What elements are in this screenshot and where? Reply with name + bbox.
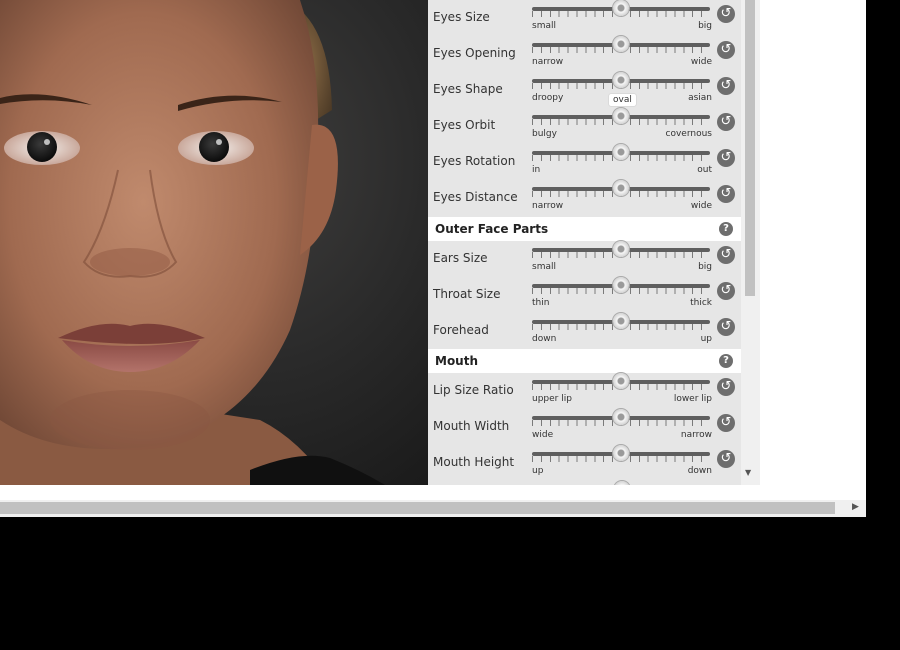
- slider-knob[interactable]: [613, 241, 629, 257]
- side-blank-area: [760, 0, 866, 485]
- slider-row-eyes-orbit: Eyes Orbit bulgy covernous ↺: [428, 108, 741, 144]
- slider-value-tooltip: oval: [609, 94, 636, 106]
- slider-knob[interactable]: [613, 144, 629, 160]
- slider-knob[interactable]: [613, 0, 629, 16]
- slider-knob[interactable]: [613, 36, 629, 52]
- slider-label: Eyes Opening: [433, 46, 516, 60]
- scroll-right-arrow-icon[interactable]: ▶: [852, 502, 859, 512]
- slider-label: Eyes Size: [433, 10, 490, 24]
- slider-max-label: asian: [688, 93, 712, 103]
- vertical-scroll-thumb[interactable]: [745, 0, 755, 296]
- section-title: Mouth: [435, 354, 479, 368]
- slider-max-label: up: [700, 334, 712, 344]
- morph-panel: Eyes Size small big ↺ Eyes Opening narro…: [428, 0, 741, 485]
- slider-knob[interactable]: [613, 313, 629, 329]
- slider-min-label: down: [532, 334, 557, 344]
- slider-knob[interactable]: [613, 108, 629, 124]
- slider-row-mouth-width: Mouth Width wide narrow ↺: [428, 409, 741, 445]
- slider-label: Eyes Orbit: [433, 118, 496, 132]
- reset-icon[interactable]: ↺: [717, 77, 735, 95]
- face-viewport[interactable]: [0, 0, 428, 485]
- slider-max-label: big: [698, 262, 712, 272]
- reset-icon[interactable]: ↺: [717, 378, 735, 396]
- slider-row-eyes-distance: Eyes Distance narrow wide ↺: [428, 180, 741, 216]
- reset-icon[interactable]: ↺: [717, 246, 735, 264]
- slider-row-eyes-opening: Eyes Opening narrow wide ↺: [428, 36, 741, 72]
- slider-min-label: droopy: [532, 93, 564, 103]
- slider-row-ears-size: Ears Size small big ↺: [428, 241, 741, 277]
- reset-icon[interactable]: ↺: [717, 318, 735, 336]
- slider-min-label: upper lip: [532, 394, 572, 404]
- horizontal-scroll-thumb[interactable]: [0, 502, 835, 514]
- slider-min-label: small: [532, 262, 556, 272]
- reset-icon[interactable]: ↺: [717, 113, 735, 131]
- slider-label: Forehead: [433, 323, 489, 337]
- slider-label: Mouth Height: [433, 455, 515, 469]
- vertical-scrollbar[interactable]: ▼: [741, 0, 760, 485]
- slider-knob[interactable]: [613, 409, 629, 425]
- slider-max-label: big: [698, 21, 712, 31]
- slider-max-label: thick: [690, 298, 712, 308]
- horizontal-scrollbar[interactable]: ▶: [0, 500, 866, 517]
- slider-max-label: wide: [690, 57, 712, 67]
- slider-label: Eyes Rotation: [433, 154, 516, 168]
- slider-label: Mouth Width: [433, 419, 510, 433]
- reset-icon[interactable]: ↺: [717, 5, 735, 23]
- slider-max-label: down: [687, 466, 712, 476]
- help-icon[interactable]: ?: [719, 354, 733, 368]
- slider-knob[interactable]: [613, 445, 629, 461]
- slider-row-mouth-height: Mouth Height up down ↺: [428, 445, 741, 481]
- slider-label: Eyes Distance: [433, 190, 518, 204]
- slider-max-label: wide: [690, 201, 712, 211]
- slider-label: Throat Size: [433, 287, 501, 301]
- section-title: Outer Face Parts: [435, 222, 549, 236]
- slider-min-label: narrow: [532, 201, 564, 211]
- slider-min-label: small: [532, 21, 556, 31]
- reset-icon[interactable]: ↺: [717, 149, 735, 167]
- reset-icon[interactable]: ↺: [717, 414, 735, 432]
- slider-row-eyes-rotation: Eyes Rotation in out ↺: [428, 144, 741, 180]
- bottom-blank-area: [0, 485, 866, 500]
- slider-row-forehead: Forehead down up ↺: [428, 313, 741, 349]
- slider-min-label: up: [532, 466, 544, 476]
- slider-min-label: in: [532, 165, 541, 175]
- slider-row-lip-size-ratio: Lip Size Ratio upper lip lower lip ↺: [428, 373, 741, 409]
- slider-knob[interactable]: [613, 72, 629, 88]
- slider-max-label: narrow: [680, 430, 712, 440]
- reset-icon[interactable]: ↺: [717, 41, 735, 59]
- scroll-down-arrow-icon[interactable]: ▼: [745, 468, 751, 477]
- slider-max-label: out: [697, 165, 712, 175]
- section-header-outer-face[interactable]: Outer Face Parts ?: [428, 217, 741, 241]
- face-render: [0, 0, 385, 485]
- section-header-mouth[interactable]: Mouth ?: [428, 349, 741, 373]
- slider-max-label: covernous: [665, 129, 712, 139]
- reset-icon[interactable]: ↺: [717, 450, 735, 468]
- slider-min-label: wide: [532, 430, 554, 440]
- slider-row-eyes-shape: Eyes Shape droopy asian ↺: [428, 72, 741, 108]
- slider-knob[interactable]: [613, 180, 629, 196]
- slider-min-label: bulgy: [532, 129, 557, 139]
- help-icon[interactable]: ?: [719, 222, 733, 236]
- slider-knob[interactable]: [613, 277, 629, 293]
- slider-row-throat-size: Throat Size thin thick ↺: [428, 277, 741, 313]
- slider-knob[interactable]: [613, 373, 629, 389]
- slider-min-label: narrow: [532, 57, 564, 67]
- slider-label: Ears Size: [433, 251, 488, 265]
- slider-label: Eyes Shape: [433, 82, 503, 96]
- slider-row-eyes-size: Eyes Size small big ↺: [428, 0, 741, 36]
- reset-icon[interactable]: ↺: [717, 282, 735, 300]
- slider-max-label: lower lip: [673, 394, 712, 404]
- reset-icon[interactable]: ↺: [717, 185, 735, 203]
- slider-min-label: thin: [532, 298, 550, 308]
- slider-label: Lip Size Ratio: [433, 383, 514, 397]
